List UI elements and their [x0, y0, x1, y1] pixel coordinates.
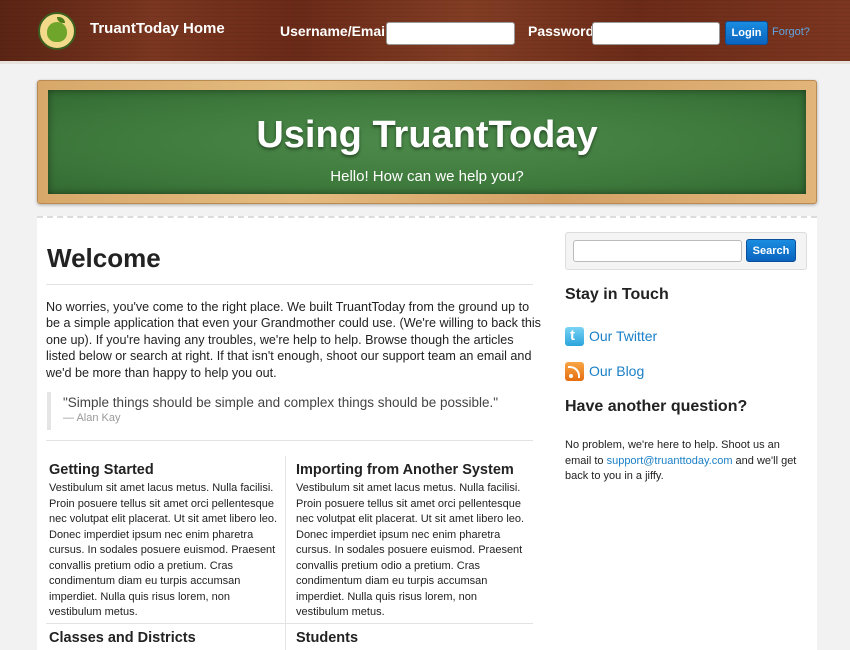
username-label: Username/Email:	[280, 23, 394, 39]
divider	[46, 284, 533, 285]
article-title[interactable]: Getting Started	[49, 462, 281, 478]
content-panel: Welcome No worries, you've come to the r…	[37, 216, 817, 650]
page-title: Welcome	[47, 243, 161, 273]
article-title[interactable]: Classes and Districts	[49, 630, 281, 646]
forgot-password-link[interactable]: Forgot?	[772, 26, 810, 38]
password-label: Password:	[528, 23, 599, 39]
article-getting-started[interactable]: Getting Started Vestibulum sit amet lacu…	[49, 462, 281, 621]
support-email-link[interactable]: support@truanttoday.com	[607, 455, 733, 467]
stay-in-touch-heading: Stay in Touch	[565, 286, 669, 303]
quote-text: "Simple things should be simple and comp…	[63, 395, 499, 410]
intro-text: No worries, you've come to the right pla…	[46, 300, 541, 380]
quote-block: "Simple things should be simple and comp…	[47, 392, 533, 430]
article-body: Vestibulum sit amet lacus metus. Nulla f…	[49, 482, 278, 618]
hero-title: Using TruantToday	[256, 114, 598, 156]
article-title[interactable]: Importing from Another System	[296, 462, 528, 478]
column-divider	[285, 456, 286, 624]
password-field[interactable]	[592, 22, 720, 45]
another-question-heading: Have another question?	[565, 398, 748, 415]
hero-frame: Using TruantToday Hello! How can we help…	[37, 80, 817, 204]
login-button[interactable]: Login	[725, 21, 768, 45]
divider	[46, 623, 533, 624]
twitter-link[interactable]: Our Twitter	[565, 326, 657, 346]
column-divider	[285, 624, 286, 650]
article-students[interactable]: Students	[296, 630, 528, 649]
rss-icon	[565, 361, 584, 381]
quote-author: — Alan Kay	[63, 412, 121, 424]
top-navbar: TruantToday Home Username/Email: Passwor…	[0, 0, 850, 64]
chalkboard: Using TruantToday Hello! How can we help…	[48, 90, 806, 194]
hero-subtitle: Hello! How can we help you?	[330, 168, 524, 185]
article-body: Vestibulum sit amet lacus metus. Nulla f…	[296, 482, 525, 618]
username-field[interactable]	[386, 22, 515, 45]
search-box: Search	[565, 232, 807, 270]
divider	[46, 440, 533, 441]
blog-link[interactable]: Our Blog	[565, 361, 644, 381]
help-text: No problem, we're here to help. Shoot us…	[565, 438, 805, 485]
twitter-label[interactable]: Our Twitter	[589, 328, 657, 344]
apple-logo-icon[interactable]	[38, 12, 76, 50]
search-button[interactable]: Search	[746, 239, 796, 262]
article-importing[interactable]: Importing from Another System Vestibulum…	[296, 462, 528, 621]
blog-label[interactable]: Our Blog	[589, 363, 644, 379]
twitter-icon	[565, 326, 584, 346]
article-title[interactable]: Students	[296, 630, 528, 646]
article-classes-districts[interactable]: Classes and Districts	[49, 630, 281, 649]
home-link[interactable]: TruantToday Home	[90, 20, 225, 37]
search-input[interactable]	[573, 240, 742, 262]
